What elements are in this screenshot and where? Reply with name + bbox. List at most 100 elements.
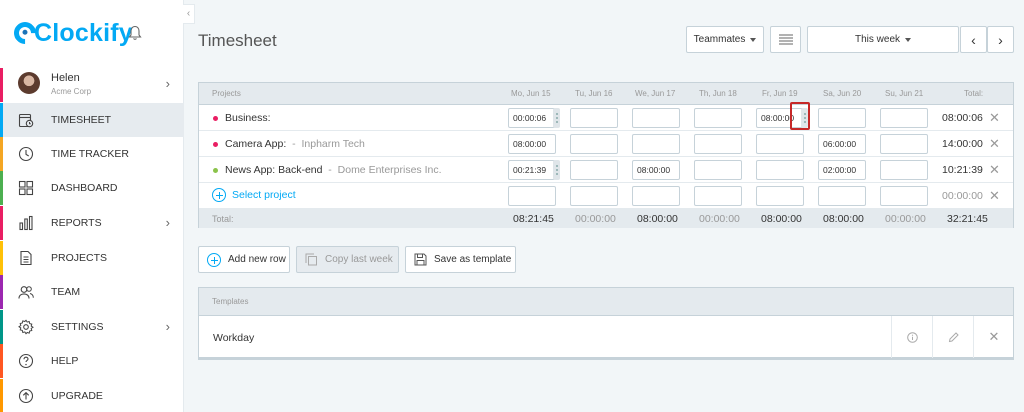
table-row-new: Select project 00:00:00 ✕ bbox=[199, 183, 1013, 209]
document-icon bbox=[20, 250, 32, 266]
day-total: 08:00:00 bbox=[823, 213, 864, 225]
time-cell[interactable]: 02:00:00 bbox=[818, 160, 866, 180]
sidebar-collapse-button[interactable]: ‹ bbox=[183, 4, 195, 24]
day-total: 08:00:00 bbox=[637, 213, 678, 225]
time-cell[interactable]: 00:21:39 bbox=[508, 160, 556, 180]
list-icon bbox=[778, 34, 793, 44]
time-cell[interactable]: 06:00:00 bbox=[818, 134, 866, 154]
delete-row-icon[interactable]: ✕ bbox=[989, 162, 1000, 178]
bar-chart-icon bbox=[19, 215, 33, 231]
project-color-dot bbox=[213, 142, 218, 147]
chevron-right-icon: › bbox=[165, 319, 170, 334]
time-cell[interactable] bbox=[880, 186, 928, 206]
template-name[interactable]: Workday bbox=[213, 332, 254, 344]
delete-row-icon[interactable]: ✕ bbox=[989, 110, 1000, 126]
table-row: Business: 00:00:06 08:00:00 08:00:06 ✕ bbox=[199, 105, 1013, 131]
save-as-template-button[interactable]: Save as template bbox=[405, 246, 516, 273]
time-cell[interactable] bbox=[694, 108, 742, 128]
time-cell[interactable] bbox=[756, 134, 804, 154]
user-org: Acme Corp bbox=[51, 87, 92, 96]
sidebar-item-help[interactable]: HELP bbox=[0, 344, 184, 378]
timesheet-icon bbox=[18, 113, 34, 128]
user-menu[interactable]: Helen Acme Corp › bbox=[0, 68, 184, 102]
day-total: 00:00:00 bbox=[575, 213, 616, 225]
time-cell[interactable] bbox=[880, 108, 928, 128]
table-row: Camera App: - Inpharm Tech 08:00:00 06:0… bbox=[199, 131, 1013, 157]
delete-row-icon[interactable]: ✕ bbox=[989, 188, 1000, 204]
user-name: Helen bbox=[51, 72, 80, 84]
dashboard-icon bbox=[18, 180, 34, 196]
save-icon bbox=[414, 253, 427, 266]
sidebar: Clockify ‹ Helen Acme Corp › TIMESHEET T… bbox=[0, 0, 195, 412]
sidebar-item-upgrade[interactable]: UPGRADE bbox=[0, 379, 184, 412]
time-cell[interactable] bbox=[570, 134, 618, 154]
time-cell[interactable] bbox=[818, 186, 866, 206]
help-icon bbox=[18, 353, 34, 369]
row-total: 14:00:00 bbox=[942, 138, 983, 150]
time-cell[interactable]: 00:00:06 bbox=[508, 108, 556, 128]
pencil-icon bbox=[948, 331, 959, 342]
template-info-button[interactable] bbox=[891, 316, 932, 358]
week-picker[interactable]: This week bbox=[807, 26, 959, 53]
sidebar-item-dashboard[interactable]: DASHBOARD bbox=[0, 171, 184, 205]
chevron-left-icon: ‹ bbox=[971, 31, 976, 48]
chevron-right-icon: › bbox=[998, 31, 1003, 48]
sidebar-item-timesheet[interactable]: TIMESHEET bbox=[0, 103, 184, 137]
time-cell[interactable] bbox=[756, 160, 804, 180]
day-total: 08:00:00 bbox=[761, 213, 802, 225]
time-cell[interactable] bbox=[632, 186, 680, 206]
clockify-logo[interactable]: Clockify bbox=[9, 17, 133, 49]
project-name[interactable]: Camera App: - Inpharm Tech bbox=[225, 138, 365, 150]
time-cell[interactable] bbox=[570, 186, 618, 206]
day-total: 08:21:45 bbox=[513, 213, 554, 225]
row-total: 00:00:00 bbox=[942, 190, 983, 202]
caret-down-icon bbox=[905, 37, 911, 42]
time-cell[interactable] bbox=[756, 186, 804, 206]
row-total: 08:00:06 bbox=[942, 112, 983, 124]
copy-icon bbox=[305, 253, 317, 266]
gear-icon bbox=[18, 319, 34, 335]
template-delete-button[interactable]: ✕ bbox=[973, 316, 1014, 358]
teammates-dropdown[interactable]: Teammates bbox=[686, 26, 764, 53]
time-cell[interactable] bbox=[880, 160, 928, 180]
sidebar-item-reports[interactable]: REPORTS › bbox=[0, 206, 184, 240]
copy-last-week-button[interactable]: Copy last week bbox=[296, 246, 399, 273]
delete-row-icon[interactable]: ✕ bbox=[989, 136, 1000, 152]
table-row: News App: Back-end - Dome Enterprises In… bbox=[199, 157, 1013, 183]
sidebar-item-time-tracker[interactable]: TIME TRACKER bbox=[0, 137, 184, 171]
page-title: Timesheet bbox=[198, 31, 277, 50]
time-cell[interactable] bbox=[880, 134, 928, 154]
project-name[interactable]: News App: Back-end - Dome Enterprises In… bbox=[225, 164, 442, 176]
time-cell[interactable] bbox=[508, 186, 556, 206]
time-stepper[interactable] bbox=[553, 160, 560, 180]
time-cell[interactable] bbox=[570, 108, 618, 128]
project-color-dot bbox=[213, 116, 218, 121]
caret-down-icon bbox=[750, 37, 757, 42]
time-stepper[interactable] bbox=[553, 108, 560, 128]
time-cell[interactable] bbox=[570, 160, 618, 180]
day-total: 00:00:00 bbox=[699, 213, 740, 225]
time-cell[interactable] bbox=[632, 134, 680, 154]
time-cell[interactable] bbox=[632, 108, 680, 128]
time-cell[interactable]: 08:00:00 bbox=[508, 134, 556, 154]
time-cell[interactable] bbox=[694, 134, 742, 154]
project-name[interactable]: Business: bbox=[225, 112, 271, 124]
add-new-row-button[interactable]: Add new row bbox=[198, 246, 290, 273]
time-cell[interactable] bbox=[818, 108, 866, 128]
select-project-button[interactable]: Select project bbox=[212, 188, 296, 202]
templates-panel: Templates Workday ✕ bbox=[198, 287, 1014, 360]
time-cell[interactable] bbox=[694, 186, 742, 206]
plus-circle-icon bbox=[212, 188, 226, 202]
highlight-box bbox=[790, 102, 810, 130]
sidebar-item-settings[interactable]: SETTINGS › bbox=[0, 310, 184, 344]
sidebar-item-team[interactable]: TEAM bbox=[0, 275, 184, 309]
previous-week-button[interactable]: ‹ bbox=[960, 26, 987, 53]
template-edit-button[interactable] bbox=[932, 316, 973, 358]
list-view-button[interactable] bbox=[770, 26, 801, 53]
sidebar-item-projects[interactable]: PROJECTS bbox=[0, 241, 184, 275]
table-header: Projects Mo, Jun 15 Tu, Jun 16 We, Jun 1… bbox=[199, 83, 1013, 105]
next-week-button[interactable]: › bbox=[987, 26, 1014, 53]
time-cell[interactable] bbox=[694, 160, 742, 180]
bell-icon[interactable] bbox=[128, 25, 142, 41]
time-cell[interactable]: 08:00:00 bbox=[632, 160, 680, 180]
